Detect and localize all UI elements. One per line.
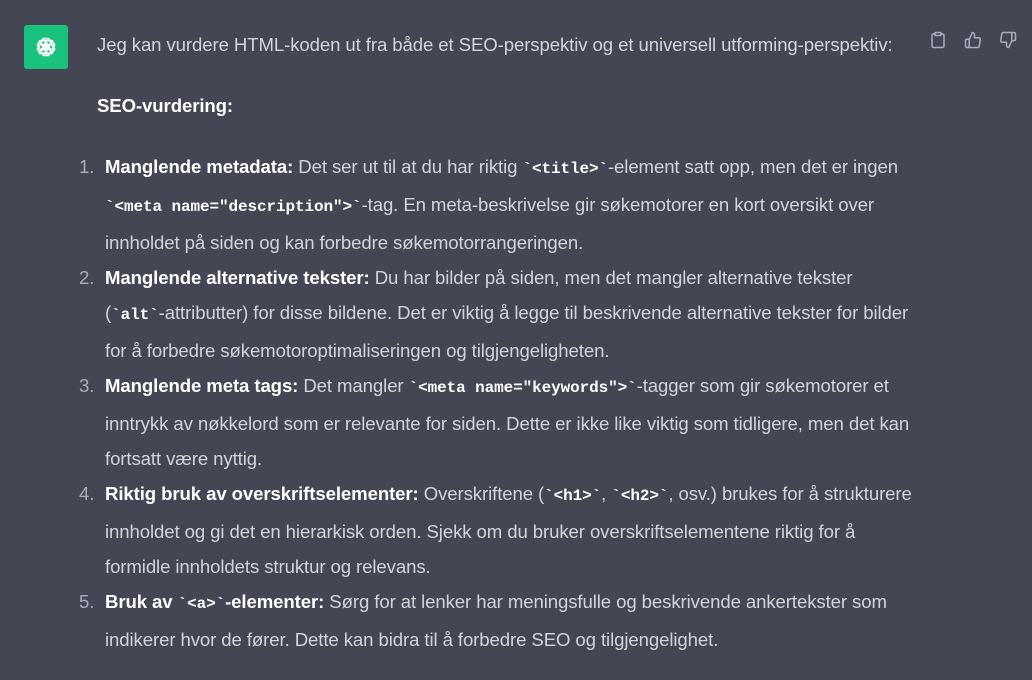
assistant-message: Jeg kan vurdere HTML-koden ut fra både e… xyxy=(0,0,1032,680)
item-title: Manglende meta tags: xyxy=(105,375,299,396)
list-item: 5. Bruk av `<a>`-elementer: Sørg for at l… xyxy=(79,584,912,657)
list-number: 2. xyxy=(79,267,95,288)
inline-code: `<h2>` xyxy=(611,487,669,505)
item-text: Det ser ut til at du har riktig xyxy=(293,156,523,177)
thumbs-down-button[interactable] xyxy=(998,30,1018,50)
list-number: 3. xyxy=(79,375,95,396)
item-text: -attributter) for disse bildene. Det er … xyxy=(105,302,909,361)
list-number: 5. xyxy=(79,591,95,612)
list-item: 2. Manglende alternative tekster: Du har … xyxy=(79,260,912,368)
message-actions xyxy=(928,30,1018,50)
inline-code: `alt` xyxy=(111,306,159,324)
thumbs-up-icon xyxy=(964,31,981,49)
item-text: Det mangler xyxy=(298,375,409,396)
intro-text: Jeg kan vurdere HTML-koden ut fra både e… xyxy=(97,34,893,55)
item-title-part: Bruk av xyxy=(105,591,178,612)
item-title: Bruk av `<a>`-elementer: xyxy=(105,591,325,613)
copy-button[interactable] xyxy=(928,30,948,50)
list-number: 4. xyxy=(79,483,95,504)
inline-code: `<title>` xyxy=(522,160,608,178)
item-title-part: -elementer: xyxy=(225,591,325,612)
inline-code: `<meta name="keywords">` xyxy=(408,379,637,397)
inline-code: `<meta name="description">` xyxy=(105,198,362,216)
item-text: , xyxy=(601,483,612,504)
list-item: 4. Riktig bruk av overskriftselementer: O… xyxy=(79,476,912,584)
item-text: -element satt opp, men det er ingen xyxy=(607,156,898,177)
thumbs-down-icon xyxy=(1000,31,1017,49)
item-title: Riktig bruk av overskriftselementer: xyxy=(105,483,419,504)
thumbs-up-button[interactable] xyxy=(963,30,983,50)
openai-logo-icon xyxy=(36,37,56,57)
seo-list: 1. Manglende metadata: Det ser ut til at … xyxy=(79,149,912,657)
clipboard-icon xyxy=(931,31,945,49)
section-heading: SEO-vurdering: xyxy=(97,95,234,116)
item-title: Manglende metadata: xyxy=(105,156,294,177)
list-number: 1. xyxy=(79,156,95,177)
item-text: Overskriftene ( xyxy=(418,483,545,504)
inline-code: `<a>` xyxy=(177,595,226,613)
inline-code: `<h1>` xyxy=(544,487,602,505)
list-item: 1. Manglende metadata: Det ser ut til at … xyxy=(79,149,912,260)
assistant-avatar xyxy=(24,25,68,69)
item-title: Manglende alternative tekster: xyxy=(105,267,370,288)
list-item: 3. Manglende meta tags: Det mangler `<met… xyxy=(79,368,912,476)
message-content: Jeg kan vurdere HTML-koden ut fra både e… xyxy=(79,27,912,657)
